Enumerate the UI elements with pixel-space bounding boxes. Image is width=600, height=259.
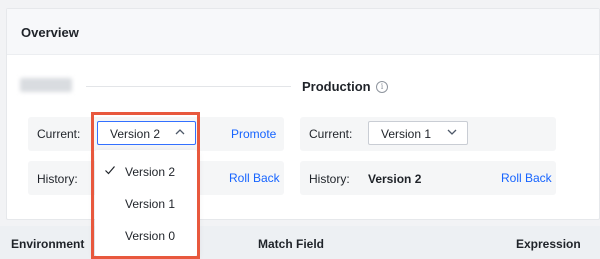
left-version-select[interactable]: Version 2 <box>97 121 196 145</box>
dropdown-option-version-0[interactable]: Version 0 <box>95 224 197 248</box>
column-header-expression[interactable]: Expression <box>516 237 581 251</box>
dropdown-option-label: Version 0 <box>125 229 176 243</box>
right-history-value: Version 2 <box>368 172 422 186</box>
left-rollback-link[interactable]: Roll Back <box>229 171 280 185</box>
right-version-select[interactable]: Version 1 <box>368 121 468 145</box>
left-current-label: Current: <box>37 127 81 141</box>
info-icon[interactable]: i <box>376 81 388 93</box>
check-icon <box>105 166 115 175</box>
card-title: Overview <box>21 25 79 40</box>
dropdown-option-label: Version 2 <box>125 165 176 179</box>
chevron-up-icon <box>175 129 185 135</box>
promote-link[interactable]: Promote <box>231 127 276 141</box>
right-history-label: History: <box>309 172 350 186</box>
dropdown-option-version-2[interactable]: Version 2 <box>95 160 197 184</box>
dropdown-option-label: Version 1 <box>125 197 176 211</box>
left-version-select-value: Version 2 <box>110 127 161 141</box>
version-dropdown-menu: Version 2 Version 1 Version 0 <box>95 150 197 256</box>
column-header-match-field[interactable]: Match Field <box>258 237 324 251</box>
right-environment-title: Production <box>302 79 371 94</box>
right-rollback-link[interactable]: Roll Back <box>501 171 552 185</box>
left-history-label: History: <box>37 172 78 186</box>
card-header: Overview <box>7 9 599 55</box>
divider <box>86 86 291 87</box>
right-current-label: Current: <box>309 127 353 141</box>
right-version-select-value: Version 1 <box>381 127 432 141</box>
left-environment-name-redacted <box>20 78 72 92</box>
dropdown-option-version-1[interactable]: Version 1 <box>95 192 197 216</box>
chevron-down-icon <box>447 129 457 135</box>
column-header-environment[interactable]: Environment <box>11 237 84 251</box>
